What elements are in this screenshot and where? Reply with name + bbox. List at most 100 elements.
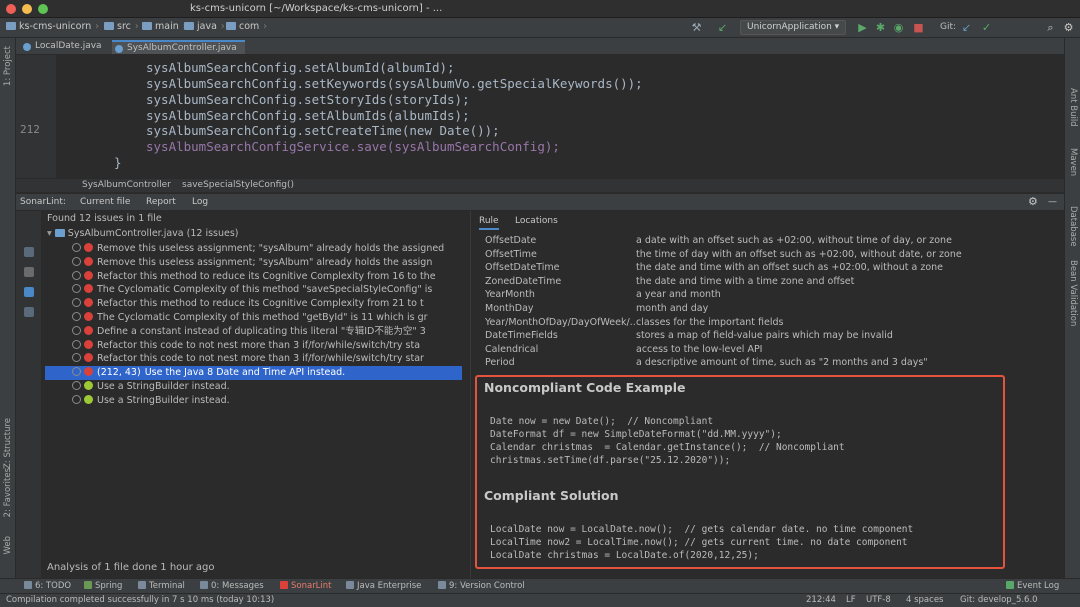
line-gutter <box>16 55 56 178</box>
hide-panel-icon[interactable]: — <box>1048 197 1057 207</box>
file-encoding[interactable]: UTF-8 <box>866 595 891 605</box>
tab-log[interactable]: Log <box>192 197 208 207</box>
debug-icon[interactable]: ✱ <box>874 21 887 34</box>
nav-crumb-src[interactable]: src › <box>104 21 139 32</box>
issue-type-icon <box>72 312 81 321</box>
datetime-class-row: DateTimeFields stores a map of field-valu… <box>485 330 1045 343</box>
issue-message: Use the Java 8 Date and Time API instead… <box>144 367 346 379</box>
cursor-position[interactable]: 212:44 <box>806 595 836 605</box>
class-name: Period <box>485 357 515 369</box>
nav-crumb-project[interactable]: ks-cms-unicorn › <box>6 21 99 32</box>
back-arrow-icon[interactable]: ↙ <box>716 21 729 34</box>
major-severity-icon <box>84 298 93 308</box>
issue-row-selected[interactable]: (212, 43) Use the Java 8 Date and Time AP… <box>45 366 462 381</box>
tab-java-enterprise[interactable]: Java Enterprise <box>346 581 421 591</box>
tab-current-file[interactable]: Current file <box>80 197 130 207</box>
rule-description-pane: Rule Locations OffsetDate a date with an … <box>470 211 1064 578</box>
issue-message: Remove this useless assignment; "sysAlbu… <box>97 256 433 268</box>
tab-todo[interactable]: 6: TODO <box>24 581 71 591</box>
indent-setting[interactable]: 4 spaces <box>906 595 943 605</box>
issue-row[interactable]: Refactor this method to reduce its Cogni… <box>72 297 464 311</box>
settings-icon[interactable]: ⚙ <box>1062 21 1075 34</box>
issue-row[interactable]: Define a constant instead of duplicating… <box>72 325 464 339</box>
issue-message: Remove this useless assignment; "sysAlbu… <box>97 243 445 254</box>
bean-validation-tool-button[interactable]: Bean Validation <box>1068 260 1078 326</box>
issues-summary: Found 12 issues in 1 file <box>47 213 162 224</box>
coverage-icon[interactable]: ◉ <box>892 21 905 34</box>
tab-localdate[interactable]: LocalDate.java <box>20 40 102 54</box>
rules-config-icon[interactable] <box>24 287 34 297</box>
issue-row[interactable]: Use a StringBuilder instead. <box>72 394 464 408</box>
tab-sysalbumcontroller[interactable]: SysAlbumController.java <box>112 40 245 54</box>
issue-row[interactable]: Remove this useless assignment; "sysAlbu… <box>72 242 464 256</box>
tab-rule[interactable]: Rule <box>479 216 499 230</box>
run-configuration-select[interactable]: UnicornApplication ▾ <box>740 20 847 35</box>
nav-crumb-main[interactable]: main› <box>142 21 187 32</box>
git-branch[interactable]: Git: develop_5.6.0 <box>960 595 1038 605</box>
code-editor[interactable]: 212 sysAlbumSearchConfig.setAlbumId(albu… <box>16 55 1064 178</box>
issue-type-icon <box>72 284 81 294</box>
issue-type-icon <box>72 256 81 266</box>
compliant-code-line: LocalDate christmas = LocalDate.of(2020,… <box>490 550 759 561</box>
breadcrumb-class[interactable]: SysAlbumController <box>82 180 171 190</box>
tab-terminal[interactable]: Terminal <box>138 581 185 591</box>
class-description: access to the low-level API <box>636 343 763 355</box>
run-icon[interactable]: ▶ <box>856 21 869 34</box>
search-icon[interactable]: ⌕ <box>1044 21 1057 34</box>
sonarlint-icon <box>280 581 288 589</box>
nav-crumb-java[interactable]: java › <box>184 21 225 32</box>
class-name: ZonedDateTime <box>485 275 562 287</box>
maximize-window-button[interactable] <box>38 4 48 14</box>
gear-icon[interactable]: ⚙ <box>1028 195 1038 208</box>
class-description: stores a map of field-value pairs which … <box>636 330 893 342</box>
tab-sonarlint[interactable]: SonarLint <box>280 581 332 591</box>
breadcrumb-method[interactable]: saveSpecialStyleConfig() <box>182 180 294 190</box>
major-severity-icon <box>84 256 93 266</box>
git-update-icon[interactable]: ↙ <box>960 21 973 34</box>
issue-type-icon <box>72 325 81 335</box>
filter-icon[interactable] <box>24 307 34 317</box>
project-tool-button[interactable]: 1: Project <box>3 46 13 86</box>
line-separator[interactable]: LF <box>846 595 856 605</box>
class-description: the date and time with an offset such as… <box>636 262 944 274</box>
analyze-file-icon[interactable] <box>24 247 34 257</box>
close-window-button[interactable] <box>6 4 16 14</box>
issue-message: The Cyclomatic Complexity of this method… <box>97 284 433 296</box>
issue-row[interactable]: The Cyclomatic Complexity of this method… <box>72 283 464 297</box>
major-severity-icon <box>84 243 93 252</box>
tab-version-control[interactable]: 9: Version Control <box>438 581 525 591</box>
tab-report[interactable]: Report <box>146 197 176 207</box>
hammer-build-icon[interactable]: ⚒ <box>690 21 703 34</box>
tab-spring[interactable]: Spring <box>84 581 122 591</box>
issue-row[interactable]: The Cyclomatic Complexity of this method… <box>72 311 464 325</box>
issue-message: Use a StringBuilder instead. <box>97 394 230 406</box>
editor-tab-bar: LocalDate.java SysAlbumController.java <box>16 38 1064 55</box>
favorites-tool-button[interactable]: 2: Favorites <box>3 468 13 517</box>
stop-analysis-icon[interactable] <box>24 267 34 277</box>
spring-icon <box>84 581 92 589</box>
git-commit-icon[interactable]: ✓ <box>980 21 993 34</box>
event-log-icon <box>1006 581 1014 589</box>
issue-row[interactable]: Remove this useless assignment; "sysAlbu… <box>72 256 464 270</box>
git-label: Git: <box>940 22 957 32</box>
tab-event-log[interactable]: Event Log <box>1006 581 1059 591</box>
issue-row[interactable]: Refactor this method to reduce its Cogni… <box>72 270 464 284</box>
stop-icon[interactable]: ■ <box>912 21 925 34</box>
issue-row[interactable]: Refactor this code to not nest more than… <box>72 352 464 366</box>
tab-messages[interactable]: 0: Messages <box>200 581 264 591</box>
issue-row[interactable]: Use a StringBuilder instead. <box>72 380 464 394</box>
tab-locations[interactable]: Locations <box>515 216 558 226</box>
structure-tool-button[interactable]: Z: Structure <box>3 418 13 469</box>
ant-build-tool-button[interactable]: Ant Build <box>1068 88 1078 127</box>
nav-crumb-com[interactable]: com › <box>226 21 267 32</box>
folder-icon <box>184 22 194 30</box>
file-tree-node[interactable]: ▾ SysAlbumController.java (12 issues) <box>47 228 239 239</box>
compliant-code-line: LocalTime now2 = LocalTime.now(); // get… <box>490 537 908 548</box>
database-tool-button[interactable]: Database <box>1068 206 1078 247</box>
minimize-window-button[interactable] <box>22 4 32 14</box>
issue-row[interactable]: Refactor this code to not nest more than… <box>72 339 464 353</box>
code-examples-box: Noncompliant Code Example Date now = new… <box>475 375 1005 569</box>
maven-tool-button[interactable]: Maven <box>1068 148 1078 176</box>
web-tool-button[interactable]: Web <box>3 536 13 555</box>
sonarlint-panel: Found 12 issues in 1 file ▾ SysAlbumCont… <box>16 211 1064 578</box>
